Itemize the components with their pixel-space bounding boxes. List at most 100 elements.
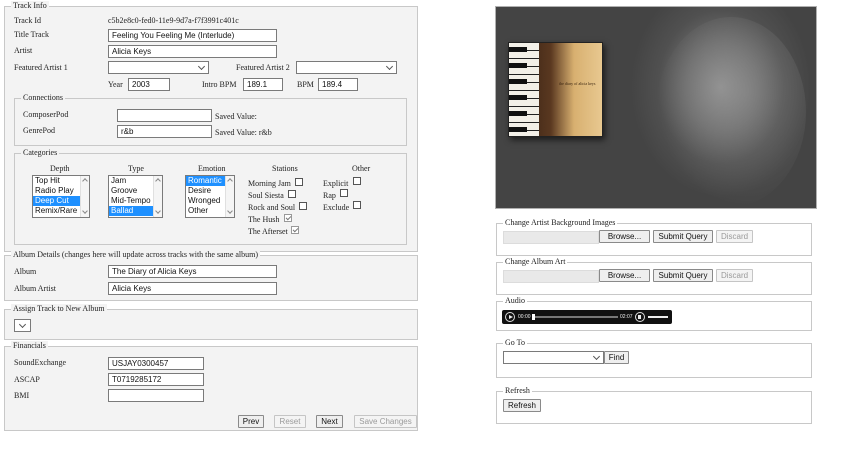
ascap-input[interactable]: T0719285172 <box>108 373 204 386</box>
chevron-down-icon <box>592 352 601 361</box>
bmi-label: BMI <box>14 391 30 400</box>
volume-icon[interactable] <box>635 312 645 322</box>
bpm-input[interactable]: 189.4 <box>318 78 358 91</box>
chevron-down-icon <box>197 62 206 71</box>
audio-legend: Audio <box>503 296 527 306</box>
artist-background-image: the diary of alicia keys <box>495 6 817 209</box>
scroll-down-icon <box>227 208 233 214</box>
composer-saved-value: Saved Value: <box>215 112 257 121</box>
chevron-down-icon <box>18 320 27 329</box>
background-submit-button[interactable]: Submit Query <box>653 230 713 243</box>
prev-button[interactable]: Prev <box>238 415 264 428</box>
chevron-down-icon <box>385 62 394 71</box>
type-label: Type <box>128 164 144 173</box>
title-label: Title Track <box>14 30 50 39</box>
reset-button[interactable]: Reset <box>274 415 306 428</box>
station-rock-and-soul-label: Rock and Soul <box>248 203 296 212</box>
emotion-scrollbar[interactable] <box>225 176 234 217</box>
save-changes-button[interactable]: Save Changes <box>354 415 417 428</box>
album-art-file-path <box>503 270 599 283</box>
title-input[interactable]: Feeling You Feeling Me (Interlude) <box>108 29 277 42</box>
intro-bpm-input[interactable]: 189.1 <box>243 78 283 91</box>
rap-checkbox[interactable] <box>340 189 348 197</box>
refresh-button[interactable]: Refresh <box>503 399 541 412</box>
audio-current-time: 00:00 <box>518 314 531 320</box>
album-artist-label: Album Artist <box>14 284 57 293</box>
other-rap-label: Rap <box>323 191 336 200</box>
album-art-discard-button[interactable]: Discard <box>716 269 753 282</box>
background-browse-button[interactable]: Browse... <box>599 230 650 243</box>
exclude-checkbox[interactable] <box>353 201 361 209</box>
other-exclude-label: Exclude <box>323 203 350 212</box>
depth-label: Depth <box>50 164 70 173</box>
station-the-afterset-checkbox[interactable] <box>291 226 299 234</box>
featured-artist-1-label: Featured Artist 1 <box>14 63 68 72</box>
album-details-legend: Album Details (changes here will update … <box>11 250 261 260</box>
soundexchange-input[interactable]: USJAY0300457 <box>108 357 204 370</box>
artist-label: Artist <box>14 46 33 55</box>
ascap-label: ASCAP <box>14 375 40 384</box>
featured-artist-1-select[interactable] <box>108 61 209 74</box>
volume-slider[interactable] <box>648 316 668 318</box>
station-the-hush-checkbox[interactable] <box>284 214 292 222</box>
station-morning-jam-checkbox[interactable] <box>295 178 303 186</box>
audio-player[interactable]: 00:00 02:07 <box>502 310 672 324</box>
type-scrollbar[interactable] <box>153 176 162 217</box>
album-art-title: the diary of alicia keys <box>559 81 596 86</box>
connections-section: Connections <box>14 93 407 146</box>
year-label: Year <box>108 80 123 89</box>
explicit-checkbox[interactable] <box>353 177 361 185</box>
artist-photo-highlight <box>656 17 806 207</box>
refresh-section: Refresh <box>496 386 812 424</box>
album-art-submit-button[interactable]: Submit Query <box>653 269 713 282</box>
connections-legend: Connections <box>21 93 65 103</box>
station-morning-jam-label: Morning Jam <box>248 179 291 188</box>
featured-artist-2-select[interactable] <box>296 61 397 74</box>
stations-label: Stations <box>272 164 298 173</box>
station-soul-siesta-checkbox[interactable] <box>288 190 296 198</box>
other-label: Other <box>352 164 371 173</box>
go-to-legend: Go To <box>503 338 527 348</box>
emotion-listbox[interactable]: Romantic Desire Wronged Other <box>185 175 235 218</box>
change-background-legend: Change Artist Background Images <box>503 218 618 228</box>
bmi-input[interactable] <box>108 389 204 402</box>
scroll-up-icon <box>155 178 161 184</box>
scroll-down-icon <box>155 208 161 214</box>
composer-pod-label: ComposerPod <box>23 110 69 119</box>
genre-pod-input[interactable]: r&b <box>117 125 212 138</box>
station-soul-siesta-label: Soul Siesta <box>248 191 284 200</box>
audio-total-time: 02:07 <box>620 314 633 320</box>
next-button[interactable]: Next <box>316 415 343 428</box>
album-label: Album <box>14 267 37 276</box>
track-id-value: c5b2e8c0-fed0-11e9-9d7a-f7f3991c401c <box>108 16 239 25</box>
refresh-legend: Refresh <box>503 386 532 396</box>
intro-bpm-label: Intro BPM <box>202 80 237 89</box>
station-the-afterset-label: The Afterset <box>248 227 288 236</box>
audio-progress-thumb[interactable] <box>532 314 535 320</box>
year-input[interactable]: 2003 <box>128 78 170 91</box>
play-icon[interactable] <box>505 312 515 322</box>
background-discard-button[interactable]: Discard <box>716 230 753 243</box>
artist-input[interactable]: Alicia Keys <box>108 45 277 58</box>
go-to-select[interactable] <box>503 351 604 364</box>
find-button[interactable]: Find <box>604 351 629 364</box>
soundexchange-label: SoundExchange <box>14 358 66 367</box>
depth-scrollbar[interactable] <box>80 176 89 217</box>
station-rock-and-soul-checkbox[interactable] <box>299 202 307 210</box>
album-art-browse-button[interactable]: Browse... <box>599 269 650 282</box>
other-explicit-label: Explicit <box>323 179 349 188</box>
composer-pod-input[interactable] <box>117 109 212 122</box>
background-file-path <box>503 231 599 244</box>
audio-progress-track[interactable] <box>533 316 618 318</box>
depth-listbox[interactable]: Top Hit Radio Play Deep Cut Remix/Rare <box>32 175 90 218</box>
assign-album-select[interactable] <box>14 319 31 332</box>
type-listbox[interactable]: Jam Groove Mid-Tempo Ballad <box>108 175 163 218</box>
album-artist-input[interactable]: Alicia Keys <box>108 282 277 295</box>
featured-artist-2-label: Featured Artist 2 <box>236 63 290 72</box>
album-input[interactable]: The Diary of Alicia Keys <box>108 265 277 278</box>
piano-black-keys-graphic <box>509 43 527 136</box>
emotion-label: Emotion <box>198 164 226 173</box>
financials-legend: Financials <box>11 341 48 351</box>
scroll-down-icon <box>82 208 88 214</box>
assign-album-section: Assign Track to New Album <box>4 304 418 340</box>
